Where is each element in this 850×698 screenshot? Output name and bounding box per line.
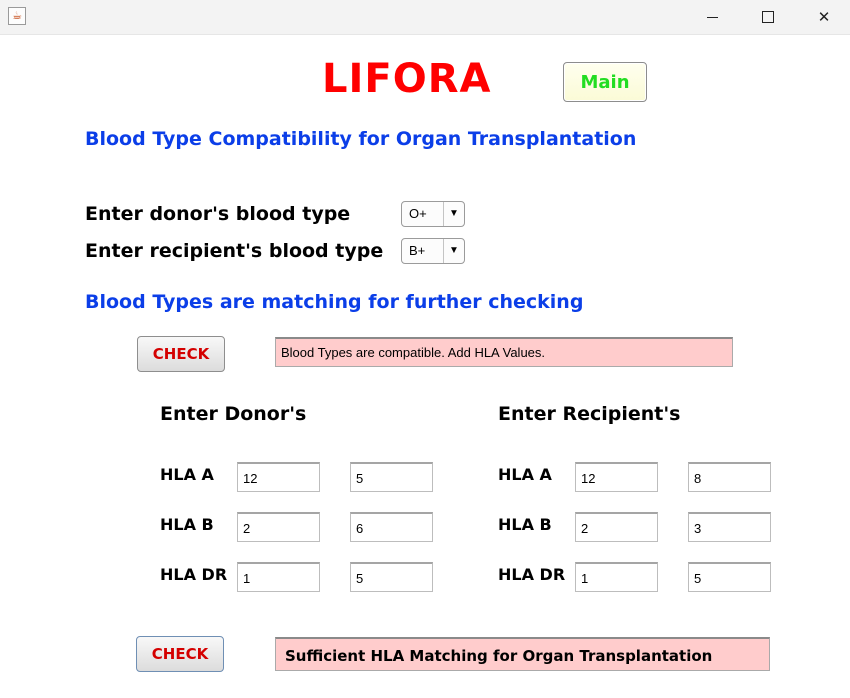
- page-subtitle: Blood Type Compatibility for Organ Trans…: [85, 128, 637, 150]
- close-icon: ✕: [817, 8, 831, 26]
- donor-hla-heading: Enter Donor's: [160, 403, 307, 425]
- blood-type-status-message: Blood Types are matching for further che…: [85, 291, 584, 313]
- dropdown-arrow-icon[interactable]: ▼: [443, 202, 464, 226]
- close-button[interactable]: ✕: [796, 0, 850, 34]
- recipient-blood-type-select[interactable]: B+ ▼: [401, 238, 465, 264]
- donor-blood-type-label: Enter donor's blood type: [85, 203, 351, 225]
- dropdown-arrow-icon[interactable]: ▼: [443, 239, 464, 263]
- recipient-hla-b-1-input[interactable]: 2: [575, 512, 658, 542]
- donor-hla-a-2-input[interactable]: 5: [350, 462, 433, 492]
- minimize-button[interactable]: [684, 0, 740, 34]
- java-app-icon: ☕: [8, 7, 26, 25]
- recipient-blood-type-value: B+: [409, 243, 426, 258]
- donor-hla-dr-2-input[interactable]: 5: [350, 562, 433, 592]
- recipient-hla-b-2-input[interactable]: 3: [688, 512, 771, 542]
- maximize-button[interactable]: [740, 0, 796, 34]
- maximize-icon: [762, 11, 774, 23]
- window-titlebar: ☕ ✕: [0, 0, 850, 35]
- app-title: LIFORA: [322, 56, 492, 102]
- recipient-hla-a-2-input[interactable]: 8: [688, 462, 771, 492]
- donor-hla-dr-1-input[interactable]: 1: [237, 562, 320, 592]
- donor-hla-b-2-input[interactable]: 6: [350, 512, 433, 542]
- donor-blood-type-select[interactable]: O+ ▼: [401, 201, 465, 227]
- donor-hla-b-label: HLA B: [160, 515, 214, 534]
- main-panel: LIFORA Main Blood Type Compatibility for…: [0, 35, 850, 698]
- minimize-icon: [706, 16, 718, 18]
- donor-hla-a-label: HLA A: [160, 465, 214, 484]
- recipient-hla-a-1-input[interactable]: 12: [575, 462, 658, 492]
- blood-type-result-field: Blood Types are compatible. Add HLA Valu…: [275, 337, 733, 367]
- donor-blood-type-value: O+: [409, 206, 427, 221]
- recipient-hla-b-label: HLA B: [498, 515, 552, 534]
- donor-hla-a-1-input[interactable]: 12: [237, 462, 320, 492]
- recipient-hla-dr-label: HLA DR: [498, 565, 566, 584]
- recipient-hla-heading: Enter Recipient's: [498, 403, 681, 425]
- recipient-hla-dr-1-input[interactable]: 1: [575, 562, 658, 592]
- check-hla-button[interactable]: CHECK: [136, 636, 224, 672]
- hla-result-field: Sufficient HLA Matching for Organ Transp…: [275, 637, 770, 671]
- donor-hla-dr-label: HLA DR: [160, 565, 228, 584]
- donor-hla-b-1-input[interactable]: 2: [237, 512, 320, 542]
- check-blood-type-button[interactable]: CHECK: [137, 336, 225, 372]
- recipient-hla-a-label: HLA A: [498, 465, 552, 484]
- main-button[interactable]: Main: [563, 62, 647, 102]
- recipient-hla-dr-2-input[interactable]: 5: [688, 562, 771, 592]
- recipient-blood-type-label: Enter recipient's blood type: [85, 240, 384, 262]
